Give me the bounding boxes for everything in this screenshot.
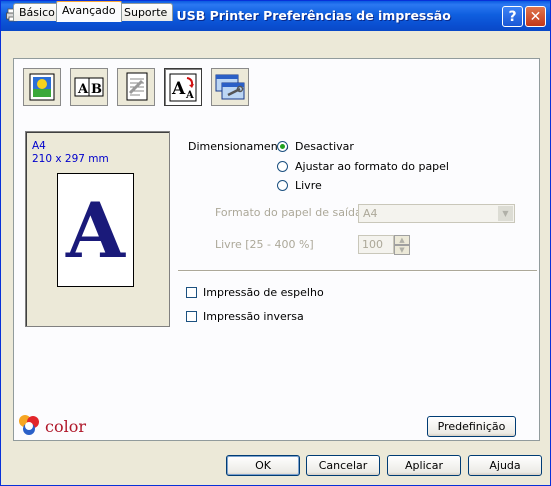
page-preview: A4 210 x 297 mm A: [25, 131, 170, 327]
radio-livre[interactable]: [277, 180, 288, 191]
help-button[interactable]: Ajuda: [468, 455, 542, 476]
color-quality-icon: [29, 73, 55, 101]
mirror-print-checkbox[interactable]: [186, 287, 197, 298]
printer-preferences-window: Brother MFC-9420CN USB Printer Preferênc…: [0, 0, 551, 486]
toolbar-device-options-button[interactable]: [211, 68, 249, 106]
free-scale-label: Livre [25 - 400 %]: [215, 238, 314, 251]
output-paper-select[interactable]: A4 ▼: [358, 204, 515, 223]
svg-text:A: A: [185, 90, 194, 101]
ok-button[interactable]: OK: [226, 455, 300, 476]
free-scale-input[interactable]: 100: [358, 235, 394, 254]
toolbar-scaling-button[interactable]: A A: [164, 68, 202, 106]
free-scale-value: 100: [362, 238, 383, 251]
duplex-ab-icon: A B: [74, 77, 104, 97]
brother-color-logo: color: [17, 413, 97, 441]
chevron-down-icon[interactable]: ▼: [498, 206, 513, 221]
svg-text:B: B: [91, 82, 102, 97]
svg-text:A: A: [171, 79, 186, 99]
radio-ajustar-label[interactable]: Ajustar ao formato do papel: [295, 160, 449, 173]
device-options-icon: [215, 74, 245, 100]
preview-paper-name: A4: [32, 140, 46, 152]
color-logo-icon: [19, 415, 39, 435]
apply-button[interactable]: Aplicar: [387, 455, 461, 476]
svg-text:A: A: [77, 82, 89, 97]
output-paper-label: Formato do papel de saída: [215, 206, 362, 219]
default-settings-button[interactable]: Predefinição: [427, 416, 516, 437]
logo-text: color: [45, 417, 86, 436]
reverse-print-checkbox[interactable]: [186, 311, 197, 322]
tab-suporte[interactable]: Suporte: [118, 3, 174, 21]
scaling-icon: A A: [169, 73, 197, 102]
preview-letter: A: [66, 186, 125, 275]
radio-desactivar[interactable]: [277, 141, 288, 152]
spin-down-icon[interactable]: ▼: [394, 245, 410, 255]
toolbar-color-quality-button[interactable]: [23, 68, 61, 106]
radio-ajustar[interactable]: [277, 161, 288, 172]
help-title-button[interactable]: ?: [502, 6, 523, 27]
mirror-print-label[interactable]: Impressão de espelho: [203, 286, 324, 299]
radio-livre-label[interactable]: Livre: [295, 179, 322, 192]
cancel-button[interactable]: Cancelar: [306, 455, 380, 476]
reverse-print-label[interactable]: Impressão inversa: [203, 310, 304, 323]
preview-paper: A: [57, 173, 134, 287]
radio-desactivar-label[interactable]: Desactivar: [295, 140, 354, 153]
radio-selected-dot: [280, 144, 285, 149]
tab-avancado[interactable]: Avançado: [56, 1, 122, 22]
close-title-button[interactable]: ✕: [525, 6, 546, 27]
output-paper-value: A4: [363, 207, 378, 220]
scaling-label: Dimensionamento: [188, 140, 289, 153]
tab-basico[interactable]: Básico: [13, 3, 61, 21]
spin-up-icon[interactable]: ▲: [394, 235, 410, 245]
toolbar-watermark-button[interactable]: [117, 68, 155, 106]
watermark-copy-icon: [126, 72, 148, 101]
section-divider: [178, 270, 537, 272]
preview-paper-size: 210 x 297 mm: [32, 153, 109, 165]
toolbar-duplex-button[interactable]: A B: [70, 68, 108, 106]
